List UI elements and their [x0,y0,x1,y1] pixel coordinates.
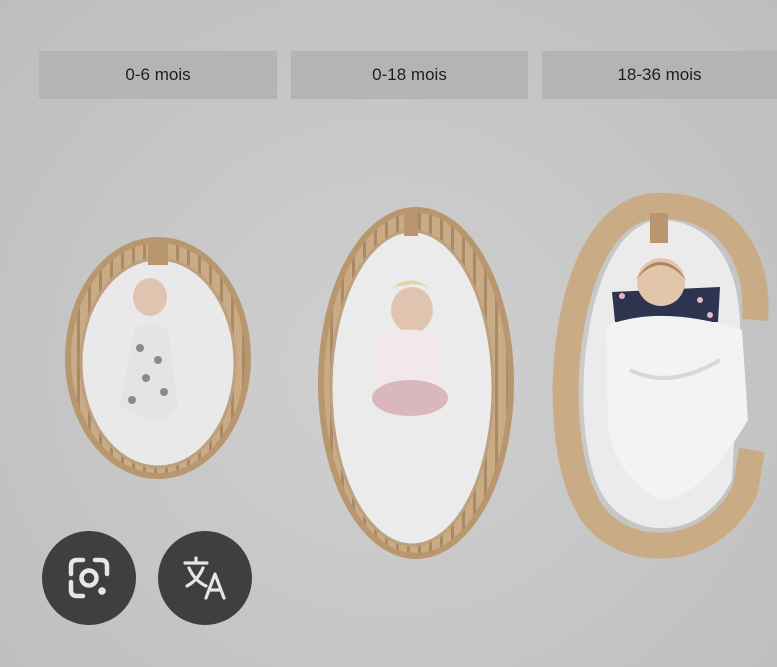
translate-icon [183,556,226,600]
google-lens-button[interactable] [42,531,136,625]
translate-button[interactable] [158,531,252,625]
image-viewer: 0-6 mois 0-18 mois 18-36 mois [0,0,777,667]
large-oval-crib [318,207,514,559]
junior-bed-crib [552,192,769,559]
small-oval-crib [65,237,251,479]
google-lens-icon [68,557,110,599]
